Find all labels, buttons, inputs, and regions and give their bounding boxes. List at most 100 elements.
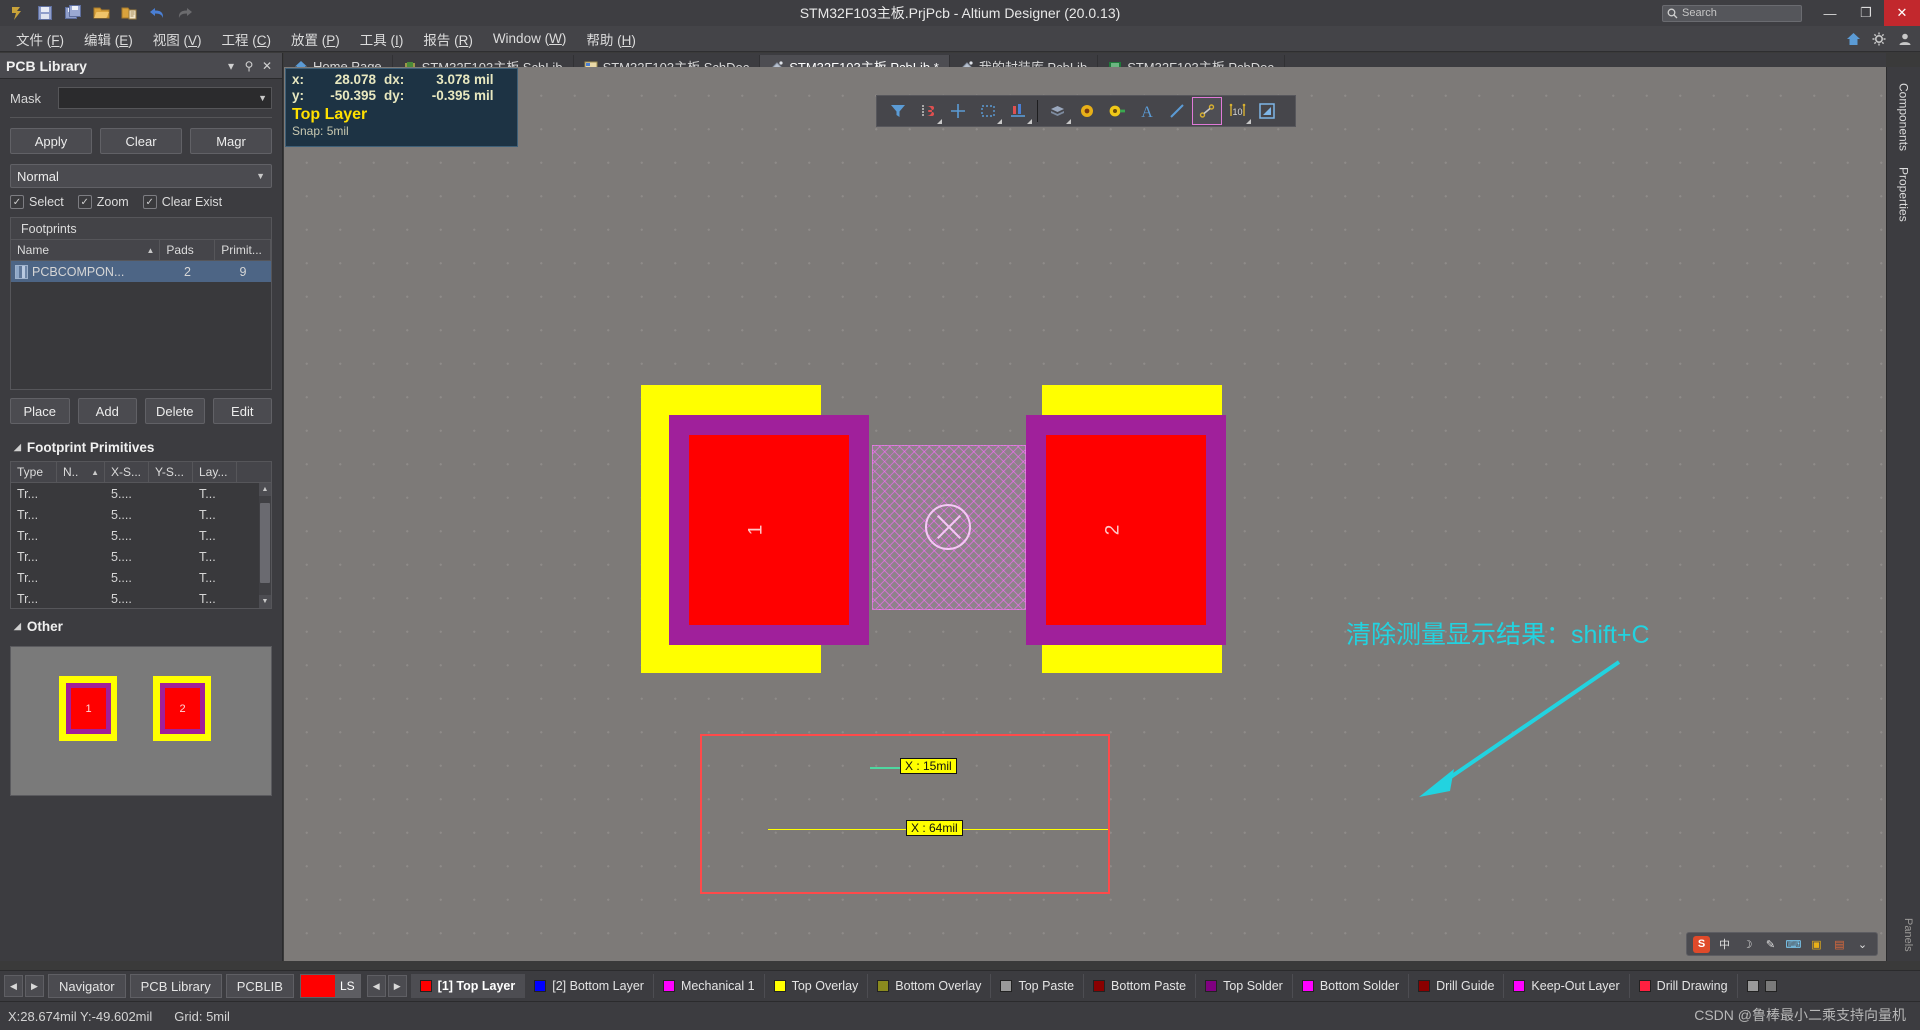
mode-select[interactable]: Normal ▼ xyxy=(10,164,272,188)
clear-existing-checkbox[interactable]: ✓ xyxy=(142,195,157,209)
table-row[interactable]: Tr... 5.... T... xyxy=(11,483,271,504)
table-row[interactable]: PCBCOMPON... 2 9 xyxy=(11,261,271,282)
column-name[interactable]: Name ▲ xyxy=(11,240,161,260)
layer-tab-drill-guide[interactable]: Drill Guide xyxy=(1409,974,1505,998)
close-icon[interactable]: ✕ xyxy=(258,59,276,73)
layer-tab-top-overlay[interactable]: Top Overlay xyxy=(765,974,869,998)
clear-existing-checkbox-group[interactable]: ✓ Clear Exist xyxy=(142,195,222,209)
layer-tab-top-paste[interactable]: Top Paste xyxy=(991,974,1085,998)
search-input[interactable]: Search xyxy=(1662,4,1802,22)
magnify-button[interactable]: Magr xyxy=(190,128,272,154)
filter-icon[interactable] xyxy=(883,97,913,125)
open-icon[interactable] xyxy=(88,2,114,24)
home-icon[interactable] xyxy=(1844,30,1862,48)
pad-icon[interactable] xyxy=(1102,97,1132,125)
select-region-icon[interactable] xyxy=(973,97,1003,125)
layer-tab-mechanical-1[interactable]: Mechanical 1 xyxy=(654,974,765,998)
layer-scroll-right-button[interactable]: ▶ xyxy=(387,975,407,997)
pad2-copper[interactable]: 2 xyxy=(1046,435,1206,625)
menu-file[interactable]: 文件 (F) xyxy=(6,26,74,52)
minimize-button[interactable]: — xyxy=(1812,0,1848,26)
layer-scroll-left-button[interactable]: ◀ xyxy=(366,975,386,997)
layer-tab-top-solder[interactable]: Top Solder xyxy=(1196,974,1293,998)
layer-tab-top-layer[interactable]: [1] Top Layer xyxy=(410,974,526,998)
text-icon[interactable]: A xyxy=(1132,97,1162,125)
select-checkbox-group[interactable]: ✓ Select xyxy=(10,195,64,209)
column-xsize[interactable]: X-S... xyxy=(105,462,149,482)
scroll-down-button[interactable]: ▼ xyxy=(259,595,271,608)
moon-icon[interactable]: ☽ xyxy=(1739,936,1756,953)
undo-icon[interactable] xyxy=(144,2,170,24)
select-checkbox[interactable]: ✓ xyxy=(10,195,24,209)
dimension-icon[interactable]: 10 xyxy=(1222,97,1252,125)
layer-tab-bottom-paste[interactable]: Bottom Paste xyxy=(1084,974,1197,998)
chevron-icon[interactable]: ⌄ xyxy=(1854,936,1871,953)
user-icon[interactable] xyxy=(1896,30,1914,48)
box-icon[interactable]: ▣ xyxy=(1808,936,1825,953)
menu-reports[interactable]: 报告 (R) xyxy=(413,26,483,52)
menu-place[interactable]: 放置 (P) xyxy=(281,26,350,52)
dock-tab-components[interactable]: Components xyxy=(1897,75,1911,159)
via-icon[interactable] xyxy=(1072,97,1102,125)
component-icon[interactable] xyxy=(1042,97,1072,125)
panel-scroll-left-button[interactable]: ◀ xyxy=(4,975,23,997)
other-section[interactable]: ◢ Other xyxy=(10,613,272,640)
layer-tab-bottom-layer[interactable]: [2] Bottom Layer xyxy=(525,974,654,998)
edit-button[interactable]: Edit xyxy=(212,398,272,424)
close-button[interactable]: ✕ xyxy=(1884,0,1920,26)
panel-tab-pcb-library[interactable]: PCB Library xyxy=(129,974,222,998)
layer-tab-bottom-solder[interactable]: Bottom Solder xyxy=(1293,974,1410,998)
panel-scroll-right-button[interactable]: ▶ xyxy=(25,975,44,997)
table-row[interactable]: Tr... 5.... T... xyxy=(11,504,271,525)
dock-tab-properties[interactable]: Properties xyxy=(1897,159,1911,230)
footprint-primitives-section[interactable]: ◢ Footprint Primitives xyxy=(10,434,272,461)
zoom-checkbox[interactable]: ✓ xyxy=(77,195,92,209)
briefcase-icon[interactable]: ▤ xyxy=(1831,936,1848,953)
panel-tab-pcblib[interactable]: PCBLIB xyxy=(225,974,294,998)
chevron-down-icon[interactable]: ▼ xyxy=(258,93,267,103)
column-pads[interactable]: Pads xyxy=(160,240,216,260)
menu-view[interactable]: 视图 (V) xyxy=(143,26,212,52)
collapse-triangle-icon[interactable]: ◢ xyxy=(14,621,21,632)
table-row[interactable]: Tr... 5.... T... xyxy=(11,546,271,567)
scroll-up-button[interactable]: ▲ xyxy=(259,483,271,496)
layer-tab-keep-out[interactable]: Keep-Out Layer xyxy=(1504,974,1630,998)
table-row[interactable]: Tr... 5.... T... xyxy=(11,525,271,546)
menu-tools[interactable]: 工具 (I) xyxy=(350,26,414,52)
polygon-icon[interactable] xyxy=(1252,97,1282,125)
zoom-checkbox-group[interactable]: ✓ Zoom xyxy=(77,195,129,209)
layer-tab-bottom-overlay[interactable]: Bottom Overlay xyxy=(868,974,992,998)
pad1-copper[interactable]: 1 xyxy=(689,435,849,625)
crosshair-icon[interactable] xyxy=(943,97,973,125)
sogou-icon[interactable]: S xyxy=(1693,935,1710,953)
save-all-icon[interactable] xyxy=(60,2,86,24)
layer-tab-overflow[interactable] xyxy=(1738,974,1786,998)
menu-edit[interactable]: 编辑 (E) xyxy=(74,26,143,52)
open-project-icon[interactable] xyxy=(116,2,142,24)
line-icon[interactable] xyxy=(1162,97,1192,125)
keyboard-icon[interactable]: ⌨ xyxy=(1785,936,1802,953)
save-icon[interactable] xyxy=(32,2,58,24)
place-button[interactable]: Place xyxy=(10,398,70,424)
table-row[interactable]: Tr... 5.... T... xyxy=(11,567,271,588)
clear-button[interactable]: Clear xyxy=(100,128,182,154)
layer-set-chip[interactable]: LS xyxy=(299,974,361,998)
table-row[interactable]: Tr... 5.... T... xyxy=(11,588,271,608)
layer-tab-drill-drawing[interactable]: Drill Drawing xyxy=(1630,974,1738,998)
pin-icon[interactable]: ⚲ xyxy=(240,59,258,73)
align-icon[interactable] xyxy=(1003,97,1033,125)
column-primitives[interactable]: Primit... xyxy=(215,240,271,260)
maximize-button[interactable]: ❐ xyxy=(1848,0,1884,26)
measure-icon[interactable] xyxy=(1192,97,1222,125)
collapse-triangle-icon[interactable]: ◢ xyxy=(14,442,21,453)
tools-icon[interactable]: ✎ xyxy=(1762,936,1779,953)
column-ysize[interactable]: Y-S... xyxy=(149,462,193,482)
footprint-preview[interactable]: 1 2 xyxy=(10,646,272,796)
column-layer[interactable]: Lay... xyxy=(193,462,237,482)
mask-input[interactable]: ▼ xyxy=(58,87,272,109)
panel-tab-navigator[interactable]: Navigator xyxy=(48,974,126,998)
delete-button[interactable]: Delete xyxy=(145,398,205,424)
add-button[interactable]: Add xyxy=(77,398,137,424)
apply-button[interactable]: Apply xyxy=(10,128,92,154)
pcb-canvas[interactable]: x: 28.078 dx: 3.078 mil y: -50.395 dy: -… xyxy=(284,67,1886,961)
